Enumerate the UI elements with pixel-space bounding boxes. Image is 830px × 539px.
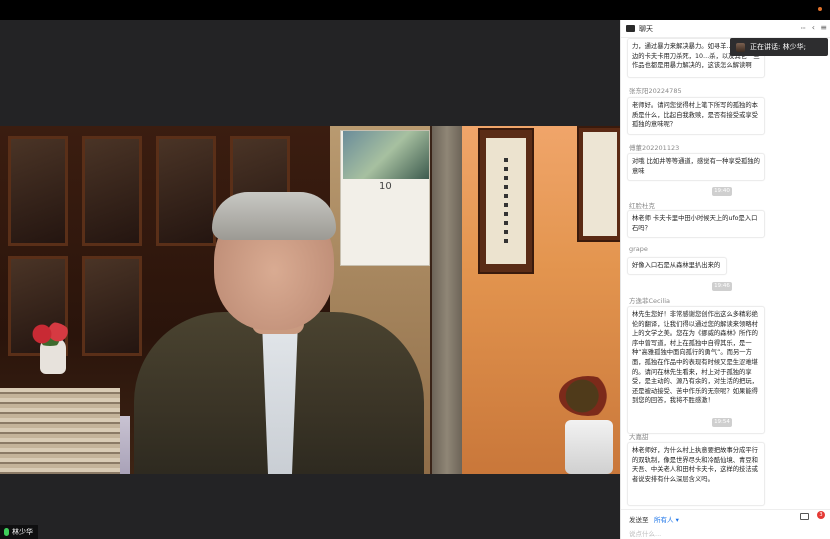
chat-sender-name: 方逸菲Cecilia (629, 297, 671, 305)
chat-sender-name: 红脸杜克 (629, 202, 655, 210)
chat-message-bubble: 林先生您好！非常感谢您创作出这么多精彩绝伦的翻译，让我们得以通过您的解读来领略村… (627, 306, 765, 434)
cabinet-pane (156, 136, 216, 246)
book-stack (0, 388, 120, 474)
chat-timestamp: 19:46 (712, 282, 732, 291)
send-to-select[interactable]: 所有人 ▾ (654, 514, 679, 524)
chat-composer: 发送至 所有人 ▾ 3 (621, 509, 830, 539)
microphone-icon (4, 528, 9, 536)
participant-name: 林少华 (12, 528, 33, 536)
chat-sender-name: 傅董202201123 (629, 144, 680, 152)
chat-panel: 聊天 ··· ‹ ≡ 力，通过暴力来解决暴力。如寻羊…作死。海边的卡夫卡用刀杀死… (620, 20, 830, 539)
hanging-scroll (478, 128, 534, 274)
meeting-window: 10 林少华 聊天 ··· ‹ ≡ 力，通过暴力来解决暴力。如寻羊…作死。海边的… (0, 0, 830, 539)
chat-sender-name: 大嘉甜 (629, 433, 649, 441)
chat-message-bubble: 林老师好，为什么村上执意要把故事分成平行的双轨制，像是世界尽头和冷酷仙境、青豆和… (627, 442, 765, 506)
speaker-video[interactable]: 10 (0, 126, 620, 474)
wall-calendar: 10 (340, 130, 430, 266)
notification-badge: 3 (817, 511, 825, 519)
speaker-avatar (736, 42, 745, 52)
flowers (30, 322, 70, 346)
cabinet-pane (82, 256, 142, 356)
chat-title: 聊天 (639, 24, 653, 33)
speaking-indicator: 正在讲话: 林少华; (730, 38, 828, 56)
chat-timestamp: 19:54 (712, 418, 732, 427)
send-to-label: 发送至 (629, 516, 649, 524)
chat-message-bubble: 林老师 卡夫卡里中田小时候天上的ufo是入口石吗？ (627, 210, 765, 238)
calendar-picture (343, 131, 429, 179)
top-bar (0, 0, 830, 20)
chat-header: 聊天 ··· ‹ ≡ (621, 20, 830, 38)
wall-painting (577, 126, 620, 242)
menu-icon[interactable]: ≡ (820, 23, 827, 32)
potted-plant (555, 376, 620, 474)
chat-sender-name: grape (629, 245, 648, 253)
calendar-number: 10 (379, 181, 392, 192)
cabinet-pane (82, 136, 142, 246)
speaking-label: 正在讲话: 林少华; (750, 43, 806, 51)
chat-sender-name: 张东阳20224785 (629, 87, 682, 95)
speaker-hair (212, 192, 336, 240)
chat-timestamp: 19:40 (712, 187, 732, 196)
participant-name-tag: 林少华 (0, 525, 38, 539)
video-area: 10 (0, 20, 620, 539)
message-input[interactable] (629, 529, 819, 539)
chat-message-bubble: 老师好。请问您觉得村上笔下所写的孤独的本质是什么，比起自我救赎，是否有接受或享受… (627, 97, 765, 135)
chat-message-list[interactable]: 力，通过暴力来解决暴力。如寻羊…作死。海边的卡夫卡用刀杀死，10…杀，以及其它一… (621, 38, 830, 509)
curtain (432, 126, 462, 474)
chat-message-bubble: 对哦 比如井等等通道，感觉有一种享受孤独的意味 (627, 153, 765, 181)
file-icon[interactable] (800, 513, 809, 520)
recording-indicator-icon (818, 7, 822, 11)
chat-icon (626, 25, 635, 32)
more-options-icon[interactable]: ··· (800, 24, 806, 33)
collapse-icon[interactable]: ‹ (812, 23, 815, 32)
cabinet-pane (8, 136, 68, 246)
chat-message-bubble: 好像入口石是从森林里扒出来的 (627, 257, 727, 275)
